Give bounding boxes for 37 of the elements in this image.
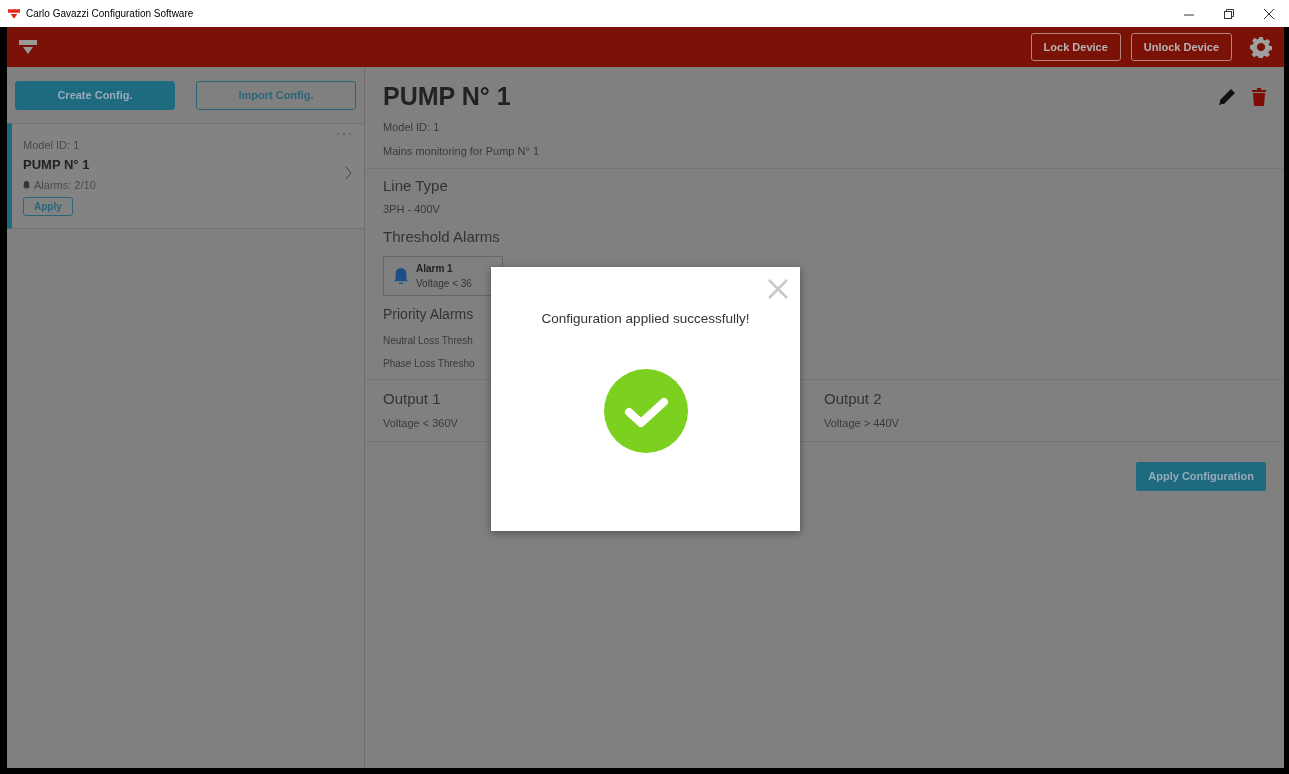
section-heading: Line Type [383, 175, 448, 196]
model-id-label: Model ID: 1 [23, 137, 80, 153]
more-options-icon[interactable] [336, 131, 352, 136]
bell-icon [23, 180, 30, 189]
description-text: Mains monitoring for Pump N° 1 [383, 144, 539, 159]
config-name: PUMP N° 1 [23, 156, 90, 174]
model-id-text: Model ID: 1 [383, 119, 440, 135]
settings-icon[interactable] [1250, 36, 1272, 58]
output-heading: Output 2 [824, 389, 882, 409]
apply-configuration-button[interactable]: Apply Configuration [1136, 462, 1266, 491]
chevron-right-icon[interactable] [345, 165, 352, 180]
success-message: Configuration applied successfully! [541, 310, 750, 328]
window-title: Carlo Gavazzi Configuration Software [26, 7, 194, 21]
alarm-count: Alarms: 2/10 [34, 177, 96, 193]
output-heading: Output 1 [383, 389, 441, 409]
create-config-button[interactable]: Create Config. [15, 81, 175, 110]
bell-icon [394, 268, 408, 284]
section-heading: Threshold Alarms [383, 226, 500, 247]
alarm-condition: Voltage < 36 [416, 277, 472, 291]
config-list-item[interactable]: Model ID: 1 PUMP N° 1 Alarms: 2/10 Apply [7, 122, 364, 229]
output-condition: Voltage < 360V [383, 415, 458, 431]
config-title: PUMP N° 1 [383, 83, 511, 111]
section-heading: Priority Alarms [383, 305, 474, 324]
success-check-icon [603, 369, 688, 454]
pencil-icon[interactable] [1218, 87, 1236, 106]
app-logo-icon [8, 8, 20, 19]
logo-icon [19, 39, 37, 55]
unlock-device-button[interactable]: Unlock Device [1130, 32, 1232, 62]
apply-button[interactable]: Apply [23, 197, 73, 216]
priority-alarm-text: Neutral Loss Thresh [383, 334, 473, 348]
import-config-button[interactable]: Import Config. [196, 81, 356, 110]
trash-icon[interactable] [1252, 87, 1266, 106]
alarm-name: Alarm 1 [416, 262, 453, 276]
line-type-value: 3PH - 400V [383, 202, 440, 217]
priority-alarm-text: Phase Loss Thresho [383, 357, 475, 371]
output-condition: Voltage > 440V [824, 415, 899, 431]
lock-device-button[interactable]: Lock Device [1030, 32, 1121, 62]
